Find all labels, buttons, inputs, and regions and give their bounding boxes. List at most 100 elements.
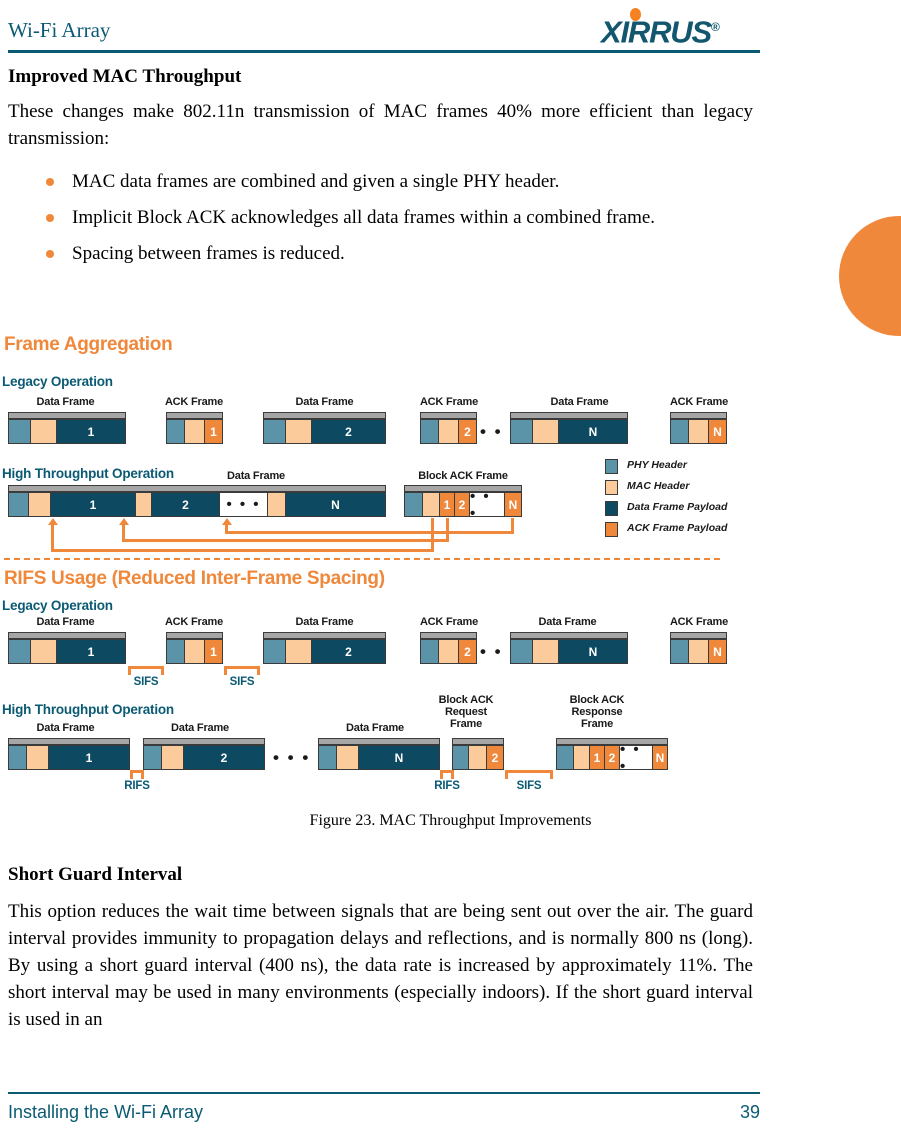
phy-header-segment (144, 746, 162, 769)
frame-segments: 2 (420, 419, 477, 444)
phy-header-segment (264, 640, 286, 663)
frame-segments: 1 (8, 639, 126, 664)
ack-frame-block: 2 (420, 412, 477, 444)
frame-top-bar (8, 738, 130, 745)
frame-top-bar (8, 632, 126, 639)
frame-top-bar (420, 412, 477, 419)
connector-line (51, 525, 54, 552)
figure-section-title-frame-aggregation: Frame Aggregation (4, 334, 173, 355)
bracket-right (141, 770, 144, 779)
frame-label-data-frame: Data Frame (538, 616, 597, 628)
ack-payload-segment: 2 (605, 746, 620, 769)
ack-payload-segment: 2 (455, 493, 470, 516)
list-item: MAC data frames are combined and given a… (8, 168, 753, 195)
bracket-right (451, 770, 454, 779)
ack-frame-block: 1 (166, 412, 223, 444)
frame-top-bar (263, 632, 386, 639)
mac-header-segment (286, 640, 312, 663)
phy-header-segment (671, 420, 689, 443)
mac-header-segment (423, 493, 440, 516)
bullet-list: MAC data frames are combined and given a… (8, 168, 753, 276)
label-line-3: Frame (580, 718, 614, 730)
bracket-left (440, 770, 443, 779)
data-payload-segment: 1 (57, 420, 125, 443)
list-item-text: MAC data frames are combined and given a… (72, 171, 560, 192)
frame-label-data-frame: Data Frame (171, 722, 229, 734)
frame-top-bar (670, 632, 727, 639)
ellipsis-indicator: • • • (470, 488, 505, 522)
ack-payload-segment: N (709, 640, 726, 663)
phy-header-segment (421, 420, 439, 443)
figure-mac-throughput-diagram: Frame Aggregation Legacy Operation Data … (0, 330, 901, 800)
mac-header-segment (689, 420, 709, 443)
label-line-1: Block ACK (438, 694, 494, 706)
data-payload-segment: 2 (312, 420, 385, 443)
footer-divider (8, 1092, 760, 1094)
frame-segments: 1 2 • • • N (8, 492, 386, 517)
ack-payload-segment: 1 (590, 746, 605, 769)
frame-top-bar (166, 632, 223, 639)
frame-label-data-frame: Data Frame (550, 396, 609, 408)
phy-header-segment (167, 420, 185, 443)
frame-top-bar (510, 632, 628, 639)
frame-top-bar (420, 632, 477, 639)
mac-header-segment (574, 746, 590, 769)
label-line-2: Request (445, 706, 487, 718)
frame-top-bar (143, 738, 265, 745)
data-payload-segment: 1 (57, 640, 125, 663)
bracket-left (128, 666, 131, 675)
ack-frame-block: N (670, 632, 727, 664)
frame-segments: 2 (263, 419, 386, 444)
frame-segments: 1 2 • • • N (556, 741, 668, 775)
mac-header-segment (29, 493, 51, 516)
block-ack-frame-block: 1 2 • • • N (404, 485, 522, 522)
frame-top-bar (452, 738, 504, 745)
bracket-top (505, 770, 553, 773)
spacing-label: SIFS (133, 676, 159, 688)
phy-header-segment (9, 640, 31, 663)
data-frame-block: N (510, 632, 628, 664)
group-label-legacy-operation-1: Legacy Operation (2, 374, 113, 389)
frame-top-bar (318, 738, 440, 745)
frame-label-data-frame: Data Frame (227, 470, 285, 482)
legend-swatch-data-payload (605, 501, 618, 516)
legend-label: MAC Header (627, 480, 690, 492)
spacing-label: RIFS (434, 780, 460, 792)
ack-payload-segment: 2 (459, 420, 476, 443)
frame-segments: 2 (420, 639, 477, 664)
frame-top-bar (166, 412, 223, 419)
registered-mark-icon: ® (710, 20, 720, 34)
data-payload-segment: N (559, 640, 627, 663)
frame-segments: 1 (8, 419, 126, 444)
footer-page-number: 39 (739, 1102, 760, 1122)
data-frame-block: 1 (8, 738, 130, 770)
spacing-label: RIFS (124, 780, 150, 792)
spacing-label: SIFS (516, 780, 542, 792)
phy-header-segment (405, 493, 423, 516)
block-ack-response-frame-block: 1 2 • • • N (556, 738, 668, 775)
phy-header-segment (557, 746, 574, 769)
frame-label-block-ack-response-frame: Block ACK Response Frame (551, 694, 643, 730)
page-side-tab (839, 216, 901, 336)
data-payload-segment: 1 (51, 493, 136, 516)
phy-header-segment (319, 746, 337, 769)
frame-label-block-ack-frame: Block ACK Frame (418, 470, 508, 482)
list-item: Implicit Block ACK acknowledges all data… (8, 204, 753, 231)
heading-improved-mac-throughput: Improved MAC Throughput (8, 66, 242, 87)
frame-segments: 1 (166, 639, 223, 664)
bullet-dot-icon (46, 178, 54, 186)
connector-line (225, 531, 514, 534)
ack-frame-block: N (670, 412, 727, 444)
frame-label-data-frame: Data Frame (36, 722, 95, 734)
connector-line (51, 549, 434, 552)
bracket-right (257, 666, 260, 675)
mac-header-segment (439, 420, 459, 443)
mac-header-segment (337, 746, 359, 769)
mac-header-segment (136, 493, 152, 516)
frame-label-ack-frame: ACK Frame (419, 396, 479, 408)
header-divider (8, 50, 760, 53)
frame-label-data-frame: Data Frame (295, 396, 354, 408)
ack-frame-block: 2 (420, 632, 477, 664)
section-separator (4, 558, 720, 560)
data-payload-segment: 2 (152, 493, 220, 516)
